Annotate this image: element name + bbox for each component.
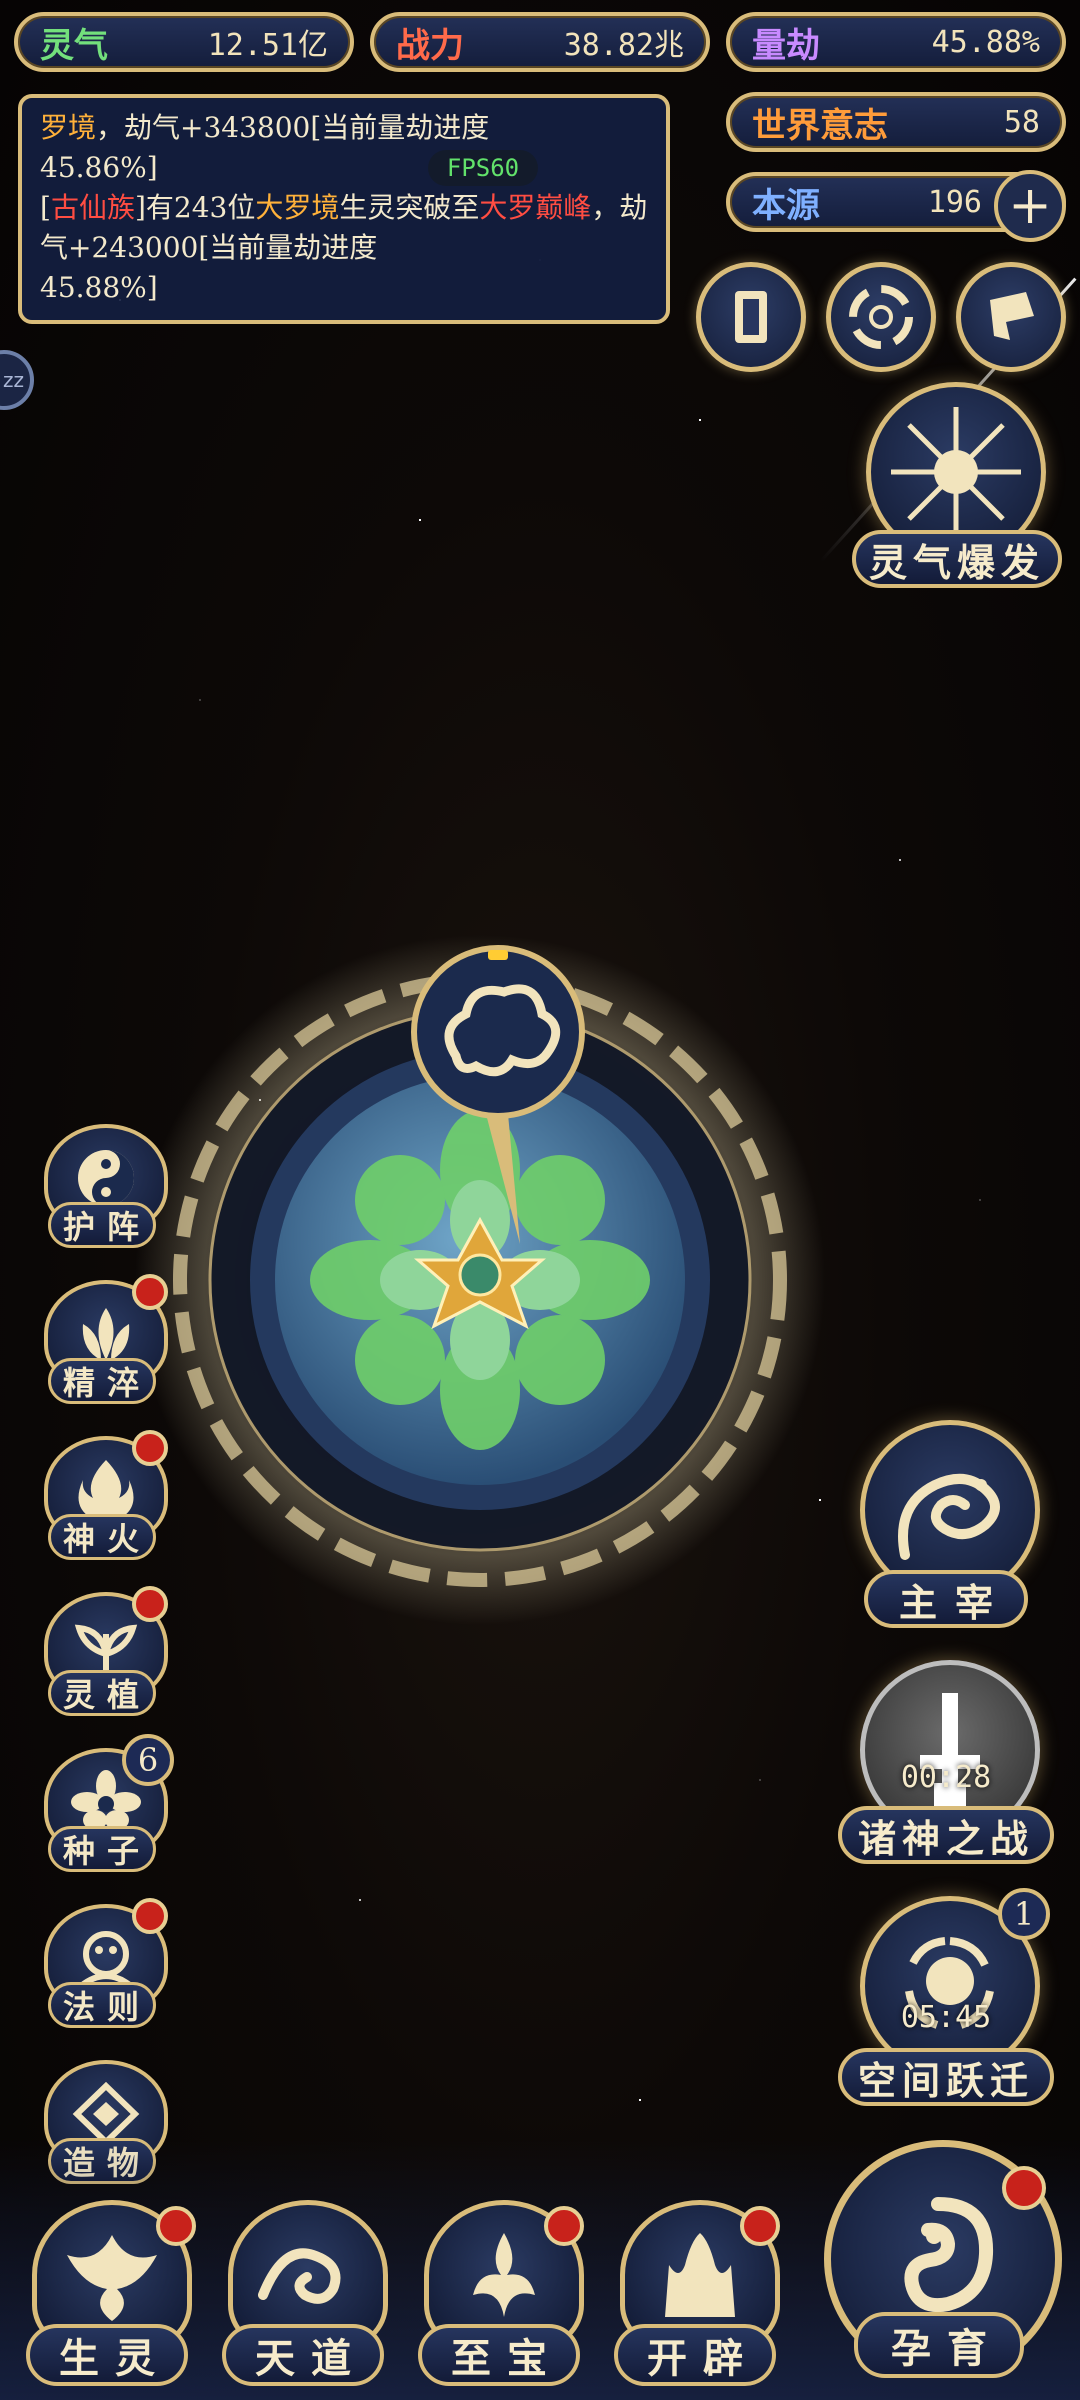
- plus-icon: +: [1008, 176, 1052, 236]
- event-log-panel[interactable]: 罗境，劫气+343800[当前量劫进度 45.86%] [古仙族]有243位大罗…: [18, 94, 670, 324]
- zhanli-label: 战力: [396, 25, 464, 66]
- gods-war-label: 诸神之战: [838, 1806, 1054, 1864]
- gods-war-button[interactable]: 00:28 诸神之战: [838, 1660, 1054, 1870]
- shijie-value: 58: [1003, 104, 1040, 140]
- aura-burst-button[interactable]: 灵气爆发: [852, 382, 1062, 602]
- menu-laws[interactable]: 法则: [38, 1898, 168, 2034]
- benyuan-resource-bar[interactable]: 本源 196 +: [726, 170, 1066, 242]
- nav-nurture[interactable]: 孕育: [818, 2140, 1062, 2400]
- benyuan-value: 196: [927, 184, 982, 220]
- notification-dot: [156, 2206, 196, 2246]
- notification-dot: [132, 1274, 168, 1310]
- log-realm-text: 大罗境: [255, 191, 340, 224]
- menu-refine[interactable]: 精淬: [38, 1274, 168, 1410]
- notification-dot: [544, 2206, 584, 2246]
- log-text: 生灵突破至: [339, 191, 480, 224]
- fps-counter: FPS60: [428, 150, 538, 186]
- card-icon: [735, 291, 767, 343]
- shijie-label: 世界意志: [752, 105, 888, 146]
- menu-protect-array[interactable]: 护阵: [38, 1124, 168, 1254]
- ruler-button[interactable]: 主宰: [846, 1420, 1046, 1630]
- notification-dot: [132, 1430, 168, 1466]
- log-entry: [古仙族]有243位大罗境生灵突破至大罗巅峰，劫气+243000[当前量劫进度 …: [40, 188, 648, 308]
- nav-label: 生灵: [26, 2324, 188, 2386]
- space-jump-timer: 05:45: [900, 2000, 992, 2035]
- nav-creatures[interactable]: 生灵: [18, 2200, 196, 2400]
- menu-label: 护阵: [48, 1202, 156, 1248]
- ruler-label: 主宰: [864, 1570, 1028, 1628]
- space-jump-label: 空间跃迁: [838, 2048, 1054, 2106]
- nav-treasure[interactable]: 至宝: [410, 2200, 588, 2400]
- lingqi-value: 12.51亿: [207, 28, 328, 63]
- log-progress-text: 45.88%]: [40, 271, 158, 304]
- log-progress-text: 45.86%]: [40, 151, 158, 184]
- notification-dot: [1002, 2166, 1046, 2210]
- vortex-button[interactable]: [826, 262, 936, 372]
- nav-label: 至宝: [418, 2324, 580, 2386]
- starburst-icon: [891, 407, 1021, 537]
- lingqi-label: 灵气: [40, 25, 108, 66]
- shijie-resource-bar[interactable]: 世界意志 58: [726, 92, 1066, 152]
- count-badge: 1: [998, 1888, 1050, 1940]
- nav-heaven-dao[interactable]: 天道: [214, 2200, 392, 2400]
- gods-war-timer: 00:28: [900, 1760, 992, 1795]
- notification-dot: [132, 1898, 168, 1934]
- side-tab-label: zz: [3, 368, 24, 392]
- menu-label: 法则: [48, 1982, 156, 2028]
- menu-spirit-plant[interactable]: 灵植: [38, 1586, 168, 1722]
- menu-label: 神火: [48, 1514, 156, 1560]
- add-benyuan-button[interactable]: +: [994, 170, 1066, 242]
- nav-label: 开辟: [614, 2324, 776, 2386]
- log-bracket: [: [40, 191, 51, 224]
- cloud-marker-pin[interactable]: [408, 944, 588, 1244]
- benyuan-label: 本源: [752, 185, 820, 226]
- menu-divine-fire[interactable]: 神火: [38, 1430, 168, 1566]
- side-drawer-tab[interactable]: zz: [0, 350, 34, 410]
- liangjie-label: 量劫: [752, 25, 820, 66]
- lingqi-resource-bar[interactable]: 灵气 12.51亿: [14, 12, 354, 72]
- nav-label: 孕育: [854, 2312, 1024, 2378]
- menu-label: 灵植: [48, 1670, 156, 1716]
- space-jump-button[interactable]: 05:45 空间跃迁 1: [838, 1888, 1054, 2116]
- zhanli-resource-bar[interactable]: 战力 38.82兆: [370, 12, 710, 72]
- cloud-pin-icon: [411, 945, 585, 1244]
- log-text: ]有243位: [134, 191, 256, 224]
- liangjie-resource-bar[interactable]: 量劫 45.88%: [726, 12, 1066, 72]
- zhanli-value: 38.82兆: [563, 28, 684, 63]
- menu-seeds[interactable]: 种子 6: [38, 1734, 174, 1878]
- menu-label: 精淬: [48, 1358, 156, 1404]
- log-target-realm: 大罗巅峰: [479, 191, 592, 224]
- vortex-icon: [849, 285, 913, 349]
- aura-burst-label: 灵气爆发: [852, 530, 1062, 588]
- log-entry: 罗境，劫气+343800[当前量劫进度 45.86%]: [40, 108, 648, 188]
- log-realm-text: 罗境: [40, 111, 97, 144]
- notification-dot: [132, 1586, 168, 1622]
- scroll-icon: [990, 292, 1034, 340]
- log-clan-text: 古仙族: [50, 191, 135, 224]
- scroll-button[interactable]: [956, 262, 1066, 372]
- count-badge: 6: [122, 1734, 174, 1786]
- card-button[interactable]: [696, 262, 806, 372]
- nav-open-world[interactable]: 开辟: [606, 2200, 784, 2400]
- menu-label: 种子: [48, 1826, 156, 1872]
- log-text: ，劫气+343800[当前量劫进度: [96, 111, 490, 144]
- notification-dot: [740, 2206, 780, 2246]
- liangjie-value: 45.88%: [931, 24, 1040, 60]
- nav-label: 天道: [222, 2324, 384, 2386]
